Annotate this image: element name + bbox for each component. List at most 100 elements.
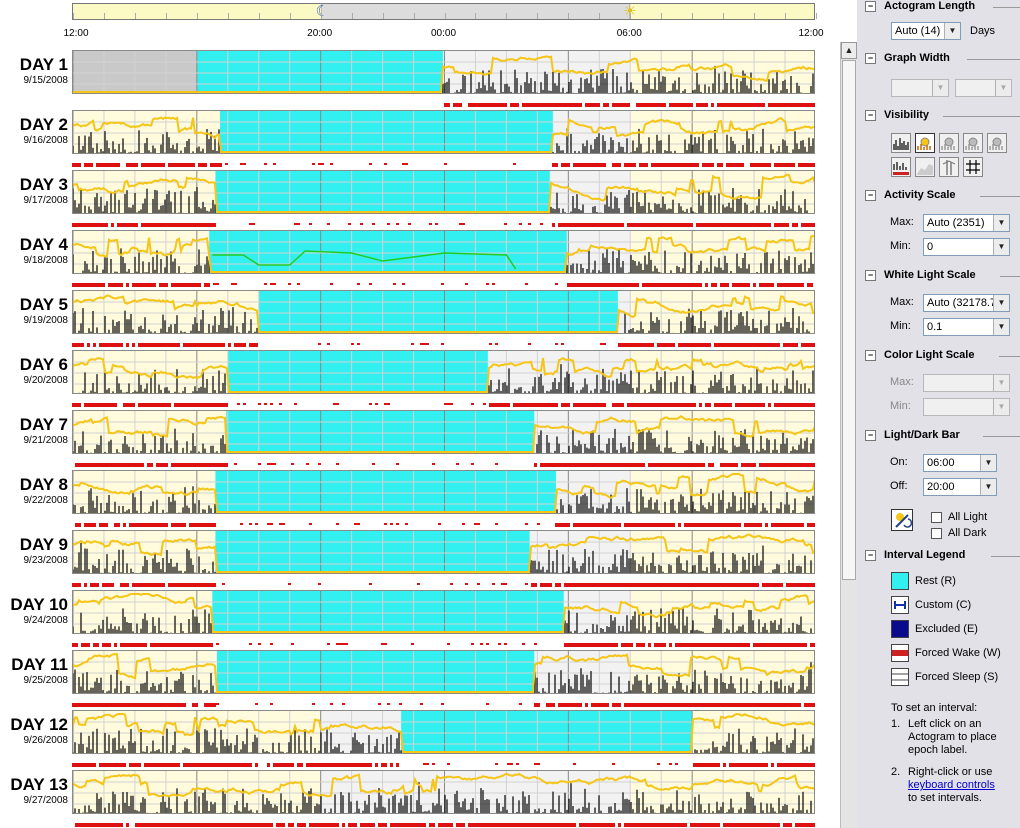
- wake-segment: [111, 703, 114, 707]
- wake-segment: [612, 703, 615, 707]
- wake-segment: [219, 763, 222, 767]
- wake-segment: [387, 403, 390, 405]
- wake-bar: [72, 454, 816, 467]
- wake-segment: [663, 463, 666, 467]
- wake-segment: [267, 763, 270, 767]
- wake-segment: [189, 283, 192, 287]
- wake-segment: [120, 643, 123, 647]
- actogram-plot[interactable]: [72, 290, 815, 334]
- wake-segment: [168, 163, 171, 167]
- actogram-plot[interactable]: [72, 230, 815, 274]
- wake-segment: [474, 523, 477, 525]
- wake-segment: [573, 403, 576, 407]
- wake-segment: [777, 343, 780, 347]
- wake-segment: [120, 763, 123, 767]
- wake-segment: [675, 583, 678, 587]
- wake-segment: [726, 223, 729, 227]
- wake-segment: [102, 643, 105, 647]
- wake-segment: [180, 403, 183, 407]
- wake-segment: [687, 163, 690, 167]
- wake-segment: [780, 463, 783, 467]
- wake-segment: [234, 343, 237, 347]
- wake-segment: [675, 103, 678, 107]
- wake-segment: [759, 283, 762, 287]
- wake-segment: [561, 523, 564, 527]
- actogram-plot[interactable]: [72, 110, 815, 154]
- wake-segment: [204, 763, 207, 767]
- wake-segment: [738, 583, 741, 587]
- actogram-plot[interactable]: [72, 650, 815, 694]
- wake-segment: [678, 523, 681, 527]
- wake-segment: [621, 403, 624, 407]
- wake-segment: [105, 583, 108, 587]
- wake-segment: [132, 343, 135, 347]
- wake-segment: [744, 763, 747, 767]
- actogram-plot[interactable]: [72, 170, 815, 214]
- wake-segment: [279, 403, 282, 405]
- wake-segment: [591, 163, 594, 167]
- wake-segment: [156, 343, 159, 347]
- wake-segment: [600, 643, 603, 647]
- wake-segment: [618, 163, 621, 167]
- wake-segment: [813, 523, 816, 527]
- wake-segment: [90, 223, 93, 227]
- wake-segment: [651, 163, 654, 167]
- wake-segment: [708, 763, 711, 767]
- wake-segment: [162, 343, 165, 347]
- wake-segment: [87, 223, 90, 227]
- wake-segment: [186, 763, 189, 767]
- actogram-plot[interactable]: [72, 350, 815, 394]
- actogram-plot[interactable]: [72, 410, 815, 454]
- wake-segment: [468, 103, 471, 107]
- wake-segment: [78, 403, 81, 407]
- wake-segment: [120, 283, 123, 287]
- wake-segment: [813, 643, 816, 647]
- wake-segment: [96, 163, 99, 167]
- actogram-plot[interactable]: [72, 590, 815, 634]
- wake-segment: [669, 163, 672, 167]
- wake-segment: [774, 463, 777, 467]
- wake-segment: [480, 643, 483, 645]
- wake-segment: [732, 763, 735, 767]
- wake-segment: [360, 223, 363, 225]
- actogram-plot[interactable]: [72, 50, 815, 94]
- wake-segment: [783, 163, 786, 167]
- wake-segment: [72, 403, 75, 407]
- wake-segment: [603, 523, 606, 527]
- actogram-plot[interactable]: [72, 770, 815, 814]
- wake-segment: [585, 523, 588, 527]
- wake-segment: [699, 343, 702, 347]
- wake-segment: [726, 103, 729, 107]
- wake-segment: [72, 703, 75, 707]
- wake-segment: [654, 643, 657, 647]
- wake-segment: [159, 523, 162, 527]
- wake-segment: [528, 343, 531, 345]
- wake-segment: [720, 523, 723, 527]
- wake-segment: [696, 463, 699, 467]
- wake-segment: [72, 283, 75, 287]
- wake-segment: [138, 283, 141, 287]
- wake-segment: [780, 163, 783, 167]
- wake-segment: [492, 583, 495, 585]
- wake-segment: [642, 343, 645, 347]
- actogram-plot[interactable]: [72, 530, 815, 574]
- wake-segment: [732, 103, 735, 107]
- wake-segment: [204, 343, 207, 347]
- actogram-plot[interactable]: [72, 710, 815, 754]
- wake-segment: [747, 343, 750, 347]
- wake-segment: [684, 223, 687, 227]
- wake-segment: [162, 163, 165, 167]
- light-dark-timeline[interactable]: ☾ ☀: [72, 3, 817, 20]
- wake-segment: [135, 523, 138, 527]
- wake-segment: [756, 583, 759, 587]
- wake-segment: [729, 343, 732, 347]
- wake-segment: [459, 103, 462, 107]
- wake-segment: [93, 463, 96, 467]
- actogram-plot[interactable]: [72, 470, 815, 514]
- wake-segment: [786, 223, 789, 227]
- wake-segment: [576, 223, 579, 227]
- wake-segment: [594, 403, 597, 407]
- wake-segment: [801, 103, 804, 107]
- wake-segment: [444, 403, 447, 405]
- wake-segment: [126, 463, 129, 467]
